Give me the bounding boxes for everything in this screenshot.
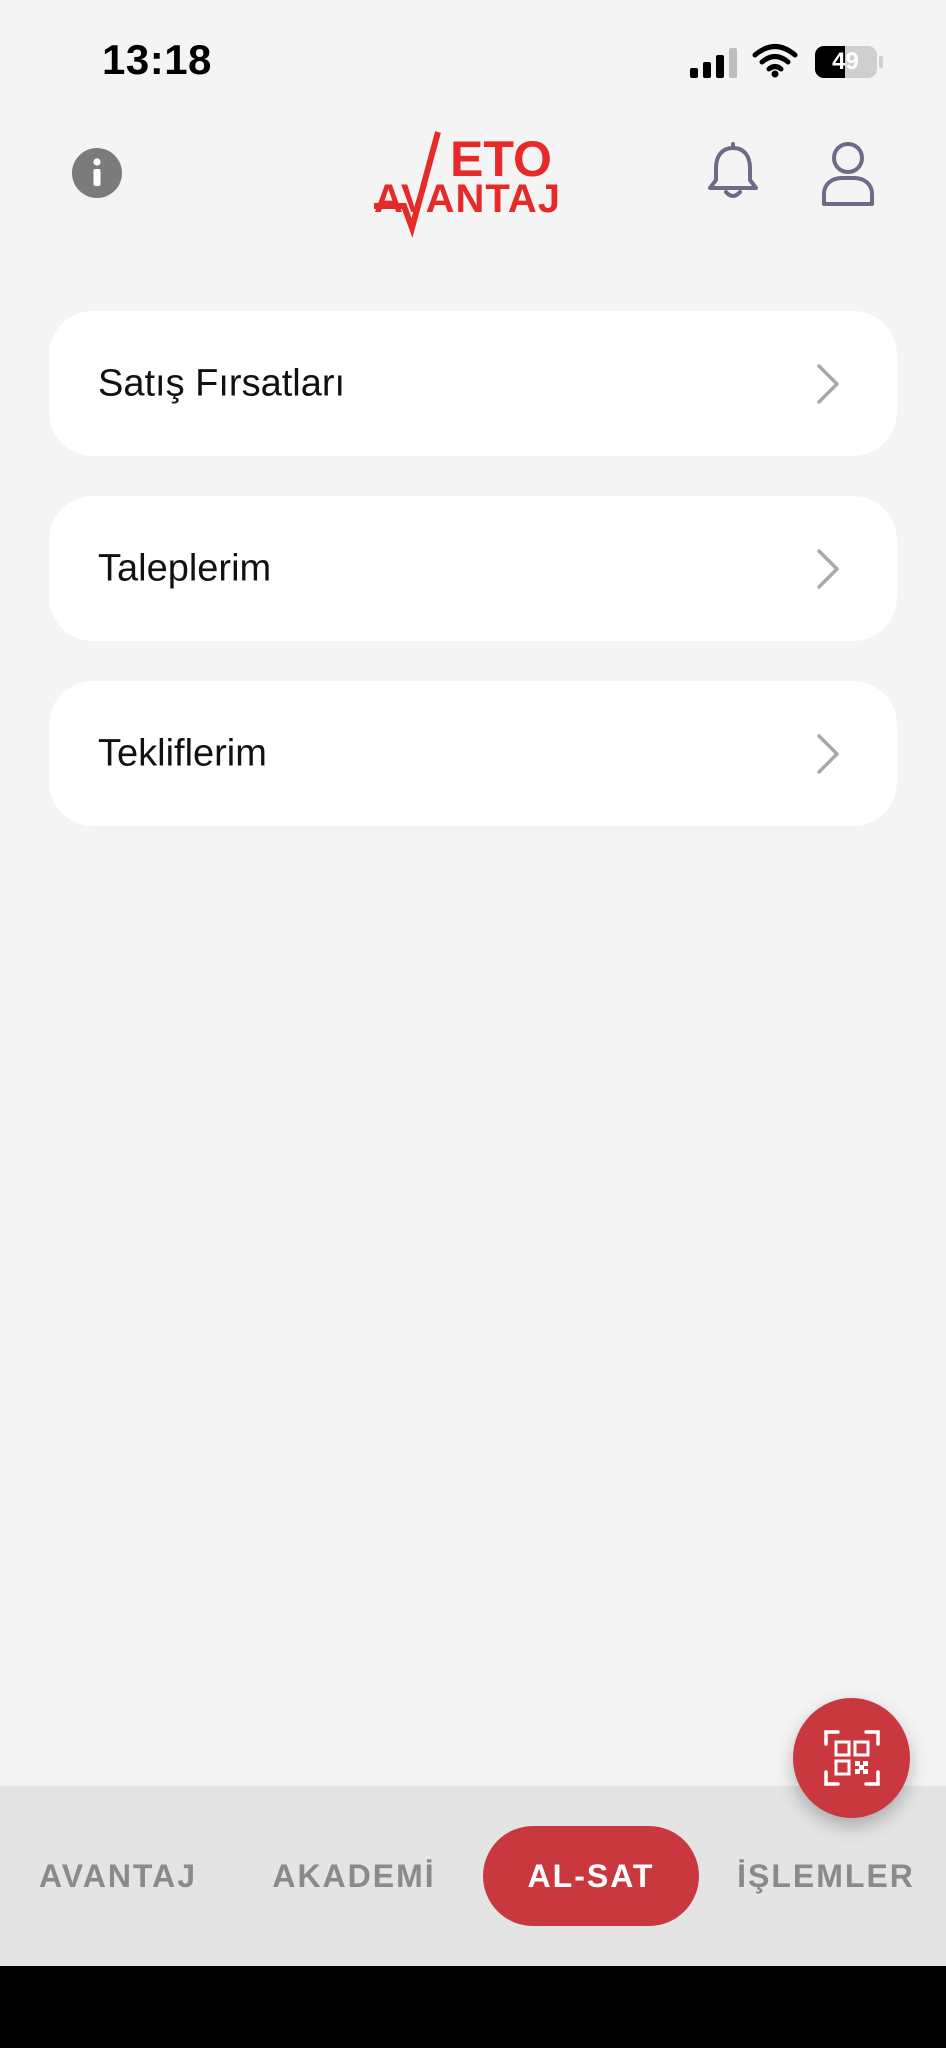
profile-button[interactable]	[820, 140, 876, 208]
battery-icon: 49	[814, 45, 884, 79]
menu-item-label: Satış Fırsatları	[98, 362, 346, 404]
user-icon	[822, 142, 874, 206]
info-icon	[93, 158, 101, 186]
menu-item-label: Taleplerim	[98, 547, 272, 589]
info-button[interactable]	[72, 148, 122, 198]
logo-line2: AVANTAJ	[374, 177, 561, 221]
tab-islemler[interactable]: İŞLEMLER	[737, 1826, 913, 1926]
chevron-right-icon	[817, 548, 839, 589]
wifi-icon	[752, 44, 798, 78]
eto-avantaj-logo: ETO AVANTAJ	[368, 128, 576, 238]
tab-avantaj[interactable]: AVANTAJ	[28, 1826, 208, 1926]
notifications-button[interactable]	[704, 142, 762, 204]
menu-item-tekliflerim[interactable]: Tekliflerim	[49, 681, 897, 826]
chevron-right-icon	[817, 363, 839, 404]
menu-item-taleplerim[interactable]: Taleplerim	[49, 496, 897, 641]
bell-icon	[708, 142, 758, 198]
battery-level: 49	[832, 48, 859, 75]
chevron-right-icon	[817, 733, 839, 774]
menu-list: Satış Fırsatları Taleplerim Tekliflerim	[49, 311, 897, 866]
menu-item-label: Tekliflerim	[98, 732, 267, 774]
status-bar: 13:18 49	[0, 0, 946, 120]
status-time: 13:18	[102, 36, 212, 83]
cellular-signal-icon	[690, 48, 737, 78]
home-indicator-area	[0, 1966, 946, 2048]
tab-al-sat[interactable]: AL-SAT	[483, 1826, 699, 1926]
qr-scan-button[interactable]	[793, 1698, 910, 1818]
menu-item-satis-firsatlari[interactable]: Satış Fırsatları	[49, 311, 897, 456]
tab-akademi[interactable]: AKADEMİ	[268, 1826, 440, 1926]
qr-scan-icon	[823, 1730, 880, 1786]
